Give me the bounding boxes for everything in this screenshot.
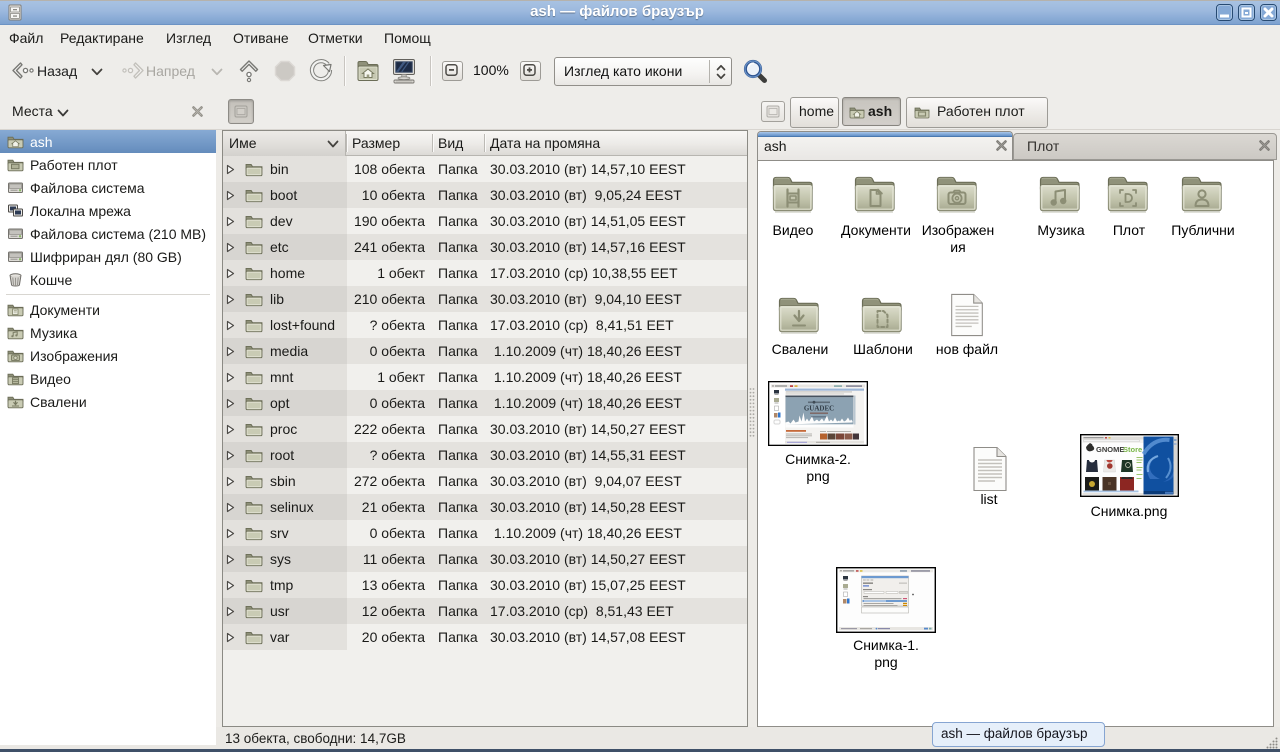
svg-text:GNOME: GNOME xyxy=(1096,445,1124,454)
svg-text:Store: Store xyxy=(1123,445,1142,454)
svg-text:GUADEC: GUADEC xyxy=(804,405,834,413)
